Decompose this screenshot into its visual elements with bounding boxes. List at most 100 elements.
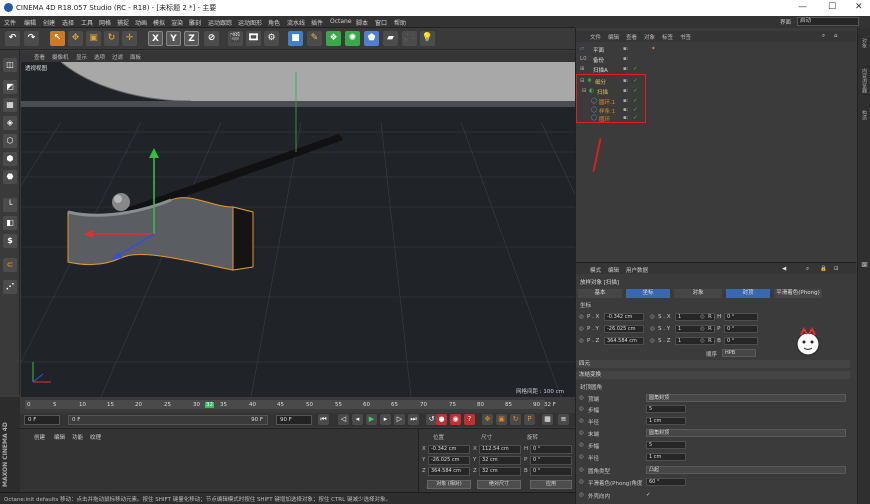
move-icon[interactable]: ✥ (68, 31, 83, 46)
visibility-dots[interactable]: ▪: (623, 56, 629, 62)
keyframe-dot-icon[interactable]: ◎ (579, 314, 584, 320)
lock-icon[interactable]: 🔒 (820, 266, 827, 272)
record-icon[interactable]: ● (436, 414, 447, 425)
visibility-dots[interactable]: ▪: (623, 66, 629, 72)
side-tab[interactable]: 层 (861, 262, 868, 267)
position-z-field[interactable]: 364.584 cm (428, 467, 470, 476)
tab-caps[interactable]: 封顶 (726, 289, 770, 298)
keyframe-dot-icon[interactable]: ◎ (579, 430, 584, 436)
key-pla-icon[interactable]: ▦ (542, 414, 553, 425)
attr-menu-item[interactable]: 用户数据 (626, 266, 648, 274)
menu-item[interactable]: 运动跟踪 (208, 18, 232, 27)
undo-icon[interactable]: ↶ (5, 31, 20, 46)
menu-item[interactable]: 动画 (135, 18, 147, 27)
range-slider[interactable]: 0 F 90 F (68, 415, 268, 425)
key-scale-icon[interactable]: ▣ (496, 414, 507, 425)
magnet-icon[interactable]: ⊂ (3, 258, 17, 272)
keyframe-dot-icon[interactable]: ◎ (700, 326, 705, 332)
select-arrow-icon[interactable]: ↖ (50, 31, 65, 46)
object-menu-item[interactable]: 标签 (662, 33, 673, 41)
viewport-menu-item[interactable]: 摄像机 (52, 53, 69, 61)
material-tag-icon[interactable]: ✦ (651, 46, 656, 52)
subdivision-icon[interactable]: ❖ (326, 31, 341, 46)
polygons-mode-icon[interactable]: ⬣ (3, 170, 17, 184)
start-steps-field[interactable]: 5 (646, 405, 686, 413)
keyframe-dot-icon[interactable]: ◎ (579, 338, 584, 344)
menu-item[interactable]: 编辑 (24, 18, 36, 27)
object-row[interactable]: L0 备份 ▪: (577, 54, 855, 64)
prev-key-icon[interactable]: ◁ (338, 414, 349, 425)
tab-basic[interactable]: 基本 (578, 289, 622, 298)
visibility-dots[interactable]: ▪: (623, 46, 629, 52)
viewport-menu-item[interactable]: 选项 (94, 53, 105, 61)
attr-menu-item[interactable]: 编辑 (608, 266, 619, 274)
snap-icon[interactable]: $ (3, 234, 17, 248)
perspective-viewport[interactable]: 透视视图 网格间距 : 100 cm (21, 62, 575, 397)
render-view-icon[interactable]: 🎬 (228, 31, 243, 46)
viewport-menu-item[interactable]: 过滤 (112, 53, 123, 61)
enabled-check-icon[interactable]: ✓ (633, 66, 638, 72)
workplane-icon[interactable]: ◈ (3, 116, 17, 130)
r-b-field[interactable]: 0 ° (724, 337, 758, 345)
axis-z-button[interactable]: Z (184, 31, 199, 46)
position-y-field[interactable]: -26.025 cm (428, 456, 470, 465)
cube-icon[interactable]: ■ (288, 31, 303, 46)
position-x-field[interactable]: -0.342 cm (428, 445, 470, 454)
keyframe-dot-icon[interactable]: ◎ (700, 314, 705, 320)
keyframe-dot-icon[interactable]: ◎ (579, 454, 584, 460)
axis-y-button[interactable]: Y (166, 31, 181, 46)
apply-button[interactable]: 应用 (530, 480, 572, 489)
deformer-icon[interactable]: ⬟ (364, 31, 379, 46)
hull-inward-checkbox[interactable]: ✓ (646, 492, 651, 498)
size-z-field[interactable]: 32 cm (479, 467, 521, 476)
menu-item[interactable]: 脚本 (356, 18, 368, 27)
menu-item[interactable]: 模拟 (153, 18, 165, 27)
model-mode-icon[interactable]: ◩ (3, 80, 17, 94)
material-menu-item[interactable]: 创建 (34, 433, 45, 441)
axis-mode-icon[interactable]: └ (3, 198, 17, 212)
keyframe-dot-icon[interactable]: ◎ (579, 406, 584, 412)
search-icon[interactable]: ⌕ (806, 266, 809, 273)
menu-item[interactable]: 帮助 (394, 18, 406, 27)
goto-end-icon[interactable]: ⏭ (408, 414, 419, 425)
back-arrow-icon[interactable]: ◀ (782, 266, 786, 272)
play-icon[interactable]: ▶ (366, 414, 377, 425)
prev-frame-icon[interactable]: ◂ (352, 414, 363, 425)
menu-item[interactable]: 创建 (43, 18, 55, 27)
r-p-field[interactable]: 0 ° (724, 325, 758, 333)
viewport-menu-item[interactable]: 查看 (34, 53, 45, 61)
floor-icon[interactable]: ▰ (383, 31, 398, 46)
p-z-field[interactable]: 364.584 cm (604, 337, 644, 345)
keyframe-dot-icon[interactable]: ◎ (579, 442, 584, 448)
menu-item[interactable]: 网格 (99, 18, 111, 27)
autokey-icon[interactable]: ◉ (450, 414, 461, 425)
next-frame-icon[interactable]: ▸ (380, 414, 391, 425)
side-tab[interactable]: 内容浏览器 (861, 68, 868, 93)
order-select[interactable]: HPB (722, 349, 756, 357)
goto-start-icon[interactable]: ⏮ (318, 414, 329, 425)
rotation-h-field[interactable]: 0 ° (530, 445, 572, 454)
search-icon[interactable]: ⌕ (822, 33, 825, 40)
p-x-field[interactable]: -0.342 cm (604, 313, 644, 321)
side-tab[interactable]: 构造 (861, 110, 868, 120)
material-menu-item[interactable]: 纹理 (90, 433, 101, 441)
points-mode-icon[interactable]: ⬡ (3, 134, 17, 148)
section-quaternion[interactable]: 四元 (576, 360, 850, 368)
menu-item[interactable]: 窗口 (375, 18, 387, 27)
home-icon[interactable]: ⌂ (834, 33, 838, 39)
object-menu-item[interactable]: 对象 (644, 33, 655, 41)
material-menu-item[interactable]: 编辑 (54, 433, 65, 441)
layout-select[interactable]: 启动 (797, 17, 859, 26)
recent-tools-icon[interactable]: ✛ (122, 31, 137, 46)
menu-item[interactable]: 捕捉 (117, 18, 129, 27)
array-icon[interactable]: ✺ (345, 31, 360, 46)
menu-item[interactable]: 工具 (81, 18, 93, 27)
menu-item[interactable]: 角色 (268, 18, 280, 27)
coordinate-system-icon[interactable]: ⊘ (204, 31, 219, 46)
edges-mode-icon[interactable]: ⬢ (3, 152, 17, 166)
size-mode-select[interactable]: 绝对尺寸 (477, 480, 521, 489)
next-key-icon[interactable]: ▷ (394, 414, 405, 425)
end-radius-field[interactable]: 1 cm (646, 453, 686, 461)
tab-object[interactable]: 对象 (674, 289, 722, 298)
scale-icon[interactable]: ▣ (86, 31, 101, 46)
